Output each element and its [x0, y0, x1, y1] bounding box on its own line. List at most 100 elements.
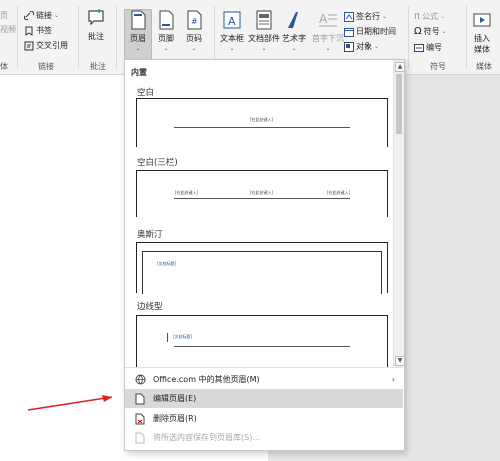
edit-header-icon: [135, 393, 145, 404]
office-more-headers-label: Office.com 中的其他页眉(M): [153, 375, 260, 384]
signature-icon: [344, 11, 354, 22]
scroll-down-icon[interactable]: ▼: [395, 356, 405, 366]
svg-text:A: A: [228, 15, 236, 28]
media-group-label: 媒体: [476, 62, 492, 71]
number-button[interactable]: 编号: [414, 42, 442, 53]
wordart-label: 艺术字: [282, 34, 306, 43]
placeholder-text: [在此处键入]: [250, 117, 274, 122]
links-group-label: 链接: [38, 62, 54, 71]
chevron-down-icon: ⌄: [382, 13, 388, 20]
footer-button[interactable]: 页脚 ⌄: [156, 10, 176, 52]
insert-media-label: 插入: [474, 34, 490, 43]
chevron-down-icon: ⌄: [440, 13, 446, 20]
insert-media-button[interactable]: 插入 媒体: [472, 10, 492, 55]
header-gallery: 内置 空白 [在此处键入] 空白(三栏) [在此处键入] [在此处键入] [在此…: [125, 60, 393, 367]
header-icon: [131, 10, 146, 30]
partial-button-mid[interactable]: 视频: [0, 24, 16, 35]
sideline-bar: [167, 333, 168, 342]
dropcap-label: 首字下沉: [312, 34, 344, 43]
crossref-label: 交叉引用: [36, 41, 68, 50]
wordart-icon: [288, 12, 298, 28]
scroll-thumb[interactable]: [396, 74, 402, 134]
object-label: 对象: [356, 42, 372, 51]
pi-icon: π: [414, 11, 421, 22]
gallery-item-blank-three-col[interactable]: [在此处键入] [在此处键入] [在此处键入]: [136, 170, 388, 217]
svg-text:A: A: [319, 12, 328, 26]
chevron-down-icon: ⌄: [135, 45, 141, 52]
number-icon: [414, 43, 424, 52]
footer-label: 页脚: [158, 34, 174, 43]
pagenum-button[interactable]: # 页码 ⌄: [184, 10, 204, 52]
divider: [78, 6, 79, 68]
gallery-item-austin[interactable]: [文档标题]: [136, 242, 388, 294]
omega-icon: Ω: [414, 26, 422, 37]
partial-button-top[interactable]: 页: [0, 10, 8, 21]
page-number-icon: #: [187, 10, 202, 30]
textbox-button[interactable]: A 文本框 ⌄: [220, 10, 244, 52]
menu-divider: [125, 367, 403, 368]
dropcap-button[interactable]: A 首字下沉 ⌄: [312, 10, 344, 52]
object-button[interactable]: 对象 ⌄: [344, 41, 379, 52]
quickparts-icon: [256, 10, 272, 30]
header-dropdown: 内置 空白 [在此处键入] 空白(三栏) [在此处键入] [在此处键入] [在此…: [124, 59, 405, 451]
calendar-icon: [344, 27, 354, 37]
save-to-gallery-label: 将所选内容保存到页眉库(S)...: [153, 433, 260, 442]
header-line: [174, 346, 350, 347]
gallery-item-sideline[interactable]: [文档标题]: [136, 315, 388, 367]
sigline-button[interactable]: 签名行 ⌄: [344, 11, 387, 22]
gallery-scrollbar[interactable]: ▲ ▼: [393, 60, 405, 367]
remove-header-label: 删除页眉(R): [153, 414, 197, 423]
remove-header-icon: [135, 413, 145, 424]
placeholder-text: [在此处键入]: [250, 190, 274, 195]
bookmark-icon: [25, 26, 33, 36]
scroll-up-icon[interactable]: ▲: [395, 62, 405, 72]
placeholder-text: [在此处键入]: [175, 190, 199, 195]
divider: [466, 6, 467, 68]
media-icon: [473, 13, 491, 27]
wordart-button[interactable]: 艺术字 ⌄: [282, 10, 306, 52]
edit-header-item[interactable]: 编辑页眉(E): [125, 389, 403, 408]
sigline-label: 签名行: [356, 12, 380, 21]
svg-text:#: #: [191, 17, 198, 26]
quickparts-button[interactable]: 文档部件 ⌄: [248, 10, 280, 52]
comment-icon: [88, 9, 104, 26]
annotation-arrow-icon: [27, 395, 113, 411]
link-label: 链接: [36, 11, 52, 20]
link-icon: [24, 10, 34, 20]
divider: [408, 6, 409, 68]
symbol-button[interactable]: Ω 符号 ⌄: [414, 26, 447, 37]
remove-header-item[interactable]: 删除页眉(R): [125, 409, 403, 428]
save-to-gallery-item[interactable]: 将所选内容保存到页眉库(S)...: [125, 428, 403, 447]
divider: [17, 6, 18, 68]
austin-frame: [142, 251, 382, 294]
header-label: 页眉: [130, 34, 146, 43]
textbox-icon: A: [223, 11, 241, 29]
edit-header-label: 编辑页眉(E): [153, 394, 197, 403]
gallery-item-label: 奥斯汀: [137, 230, 163, 240]
comment-label: 批注: [88, 32, 104, 41]
globe-icon: [135, 374, 145, 385]
dropcap-icon: A: [319, 12, 337, 27]
datetime-button[interactable]: 日期和时间: [344, 26, 396, 37]
link-button[interactable]: 链接 ⌄: [24, 10, 59, 21]
chevron-down-icon: ⌄: [291, 45, 297, 52]
header-line: [174, 127, 350, 128]
symbol-label: 符号: [423, 27, 440, 36]
crossref-button[interactable]: 交叉引用: [24, 40, 68, 51]
chevron-down-icon: ⌄: [163, 45, 169, 52]
comment-button[interactable]: 批注: [86, 8, 106, 42]
chevron-down-icon: ⌄: [229, 45, 235, 52]
partial-label-mid: 视频: [0, 25, 16, 34]
office-more-headers-item[interactable]: Office.com 中的其他页眉(M) ›: [125, 370, 403, 389]
gallery-item-label: 边线型: [137, 302, 163, 312]
quickparts-label: 文档部件: [248, 34, 280, 43]
chevron-right-icon: ›: [391, 375, 395, 384]
gallery-section-title: 内置: [131, 68, 147, 77]
bookmark-button[interactable]: 书签: [24, 25, 52, 36]
gallery-item-blank[interactable]: [在此处键入]: [136, 98, 388, 147]
equation-button[interactable]: π 公式 ⌄: [414, 11, 445, 22]
comments-group-label: 批注: [90, 62, 106, 71]
textbox-label: 文本框: [220, 34, 244, 43]
header-line: [174, 198, 350, 199]
header-button[interactable]: 页眉 ⌄: [124, 9, 152, 61]
